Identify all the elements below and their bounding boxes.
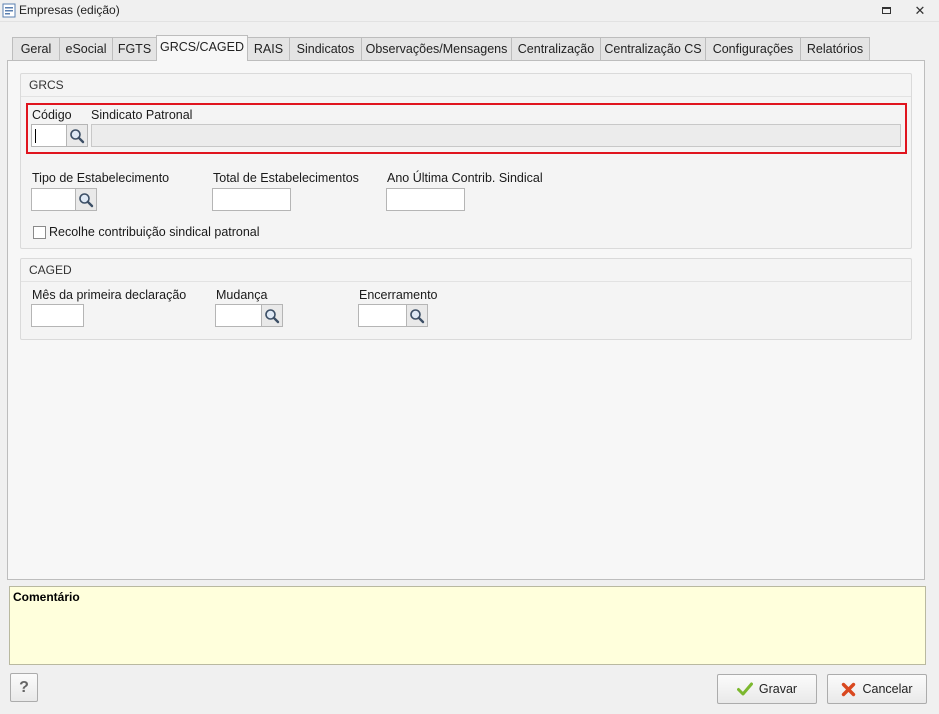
save-button[interactable]: Gravar [717,674,817,704]
save-label: Gravar [758,682,798,696]
grcs-group-title: GRCS [29,78,64,92]
sindicato-patronal-label: Sindicato Patronal [91,108,193,122]
encerramento-label: Encerramento [359,288,438,302]
tab-centralizacao[interactable]: Centralização [511,37,601,61]
window-title: Empresas (edição) [19,3,120,17]
caged-group: CAGED Mês da primeira declaração Mudança… [20,258,912,340]
search-icon [79,192,94,207]
title-bar: Empresas (edição) ✕ [0,0,939,22]
tab-grcs-caged[interactable]: GRCS/CAGED [156,35,248,61]
mudanca-label: Mudança [216,288,268,302]
restore-icon [881,7,891,14]
app-window-icon [2,3,16,18]
sindicato-patronal-field [91,124,901,147]
encerramento-input[interactable] [358,304,407,327]
tab-geral[interactable]: Geral [12,37,60,61]
codigo-lookup-button[interactable] [66,124,88,147]
text-cursor [35,129,36,143]
recolhe-contribuicao-checkbox[interactable] [33,226,46,239]
tab-fgts[interactable]: FGTS [112,37,157,61]
comment-label: Comentário [13,590,80,604]
tab-esocial[interactable]: eSocial [59,37,113,61]
tab-rais[interactable]: RAIS [247,37,290,61]
tab-relatorios[interactable]: Relatórios [800,37,870,61]
cancel-button[interactable]: Cancelar [827,674,927,704]
search-icon [265,308,280,323]
tipo-estabelecimento-lookup-button[interactable] [75,188,97,211]
restore-button[interactable] [876,2,896,19]
grcs-group: GRCS Código Sindicato Patronal Tipo de E… [20,73,912,249]
ano-ultima-contrib-input[interactable] [386,188,465,211]
tipo-estabelecimento-input[interactable] [31,188,76,211]
tab-sindicatos[interactable]: Sindicatos [289,37,362,61]
codigo-input[interactable] [31,124,67,147]
search-icon [410,308,425,323]
tab-observacoes-mensagens[interactable]: Observações/Mensagens [361,37,512,61]
check-icon [736,682,753,696]
help-button[interactable]: ? [10,673,38,702]
recolhe-contribuicao-label: Recolhe contribuição sindical patronal [49,225,260,239]
tipo-estabelecimento-label: Tipo de Estabelecimento [32,171,170,185]
mudanca-lookup-button[interactable] [261,304,283,327]
cancel-label: Cancelar [862,682,913,696]
mudanca-input[interactable] [215,304,262,327]
ano-ultima-contrib-label: Ano Última Contrib. Sindical [387,171,543,185]
help-icon: ? [19,678,29,696]
close-button[interactable]: ✕ [910,2,930,19]
comment-textarea[interactable]: Comentário [9,586,926,665]
group-divider [21,96,911,97]
total-estabelecimentos-label: Total de Estabelecimentos [213,171,359,185]
mes-primeira-declaracao-input[interactable] [31,304,84,327]
caged-group-title: CAGED [29,263,72,277]
codigo-label: Código [32,108,72,122]
search-icon [70,128,85,143]
close-icon: ✕ [914,2,926,18]
tab-bar: Geral eSocial FGTS GRCS/CAGED RAIS Sindi… [8,35,928,61]
tab-configuracoes[interactable]: Configurações [705,37,801,61]
group-divider [21,281,911,282]
cancel-x-icon [842,682,856,696]
tab-centralizacao-cs[interactable]: Centralização CS [600,37,706,61]
total-estabelecimentos-input[interactable] [212,188,291,211]
encerramento-lookup-button[interactable] [406,304,428,327]
mes-primeira-declaracao-label: Mês da primeira declaração [32,288,187,302]
tab-content-panel: GRCS Código Sindicato Patronal Tipo de E… [7,60,925,580]
